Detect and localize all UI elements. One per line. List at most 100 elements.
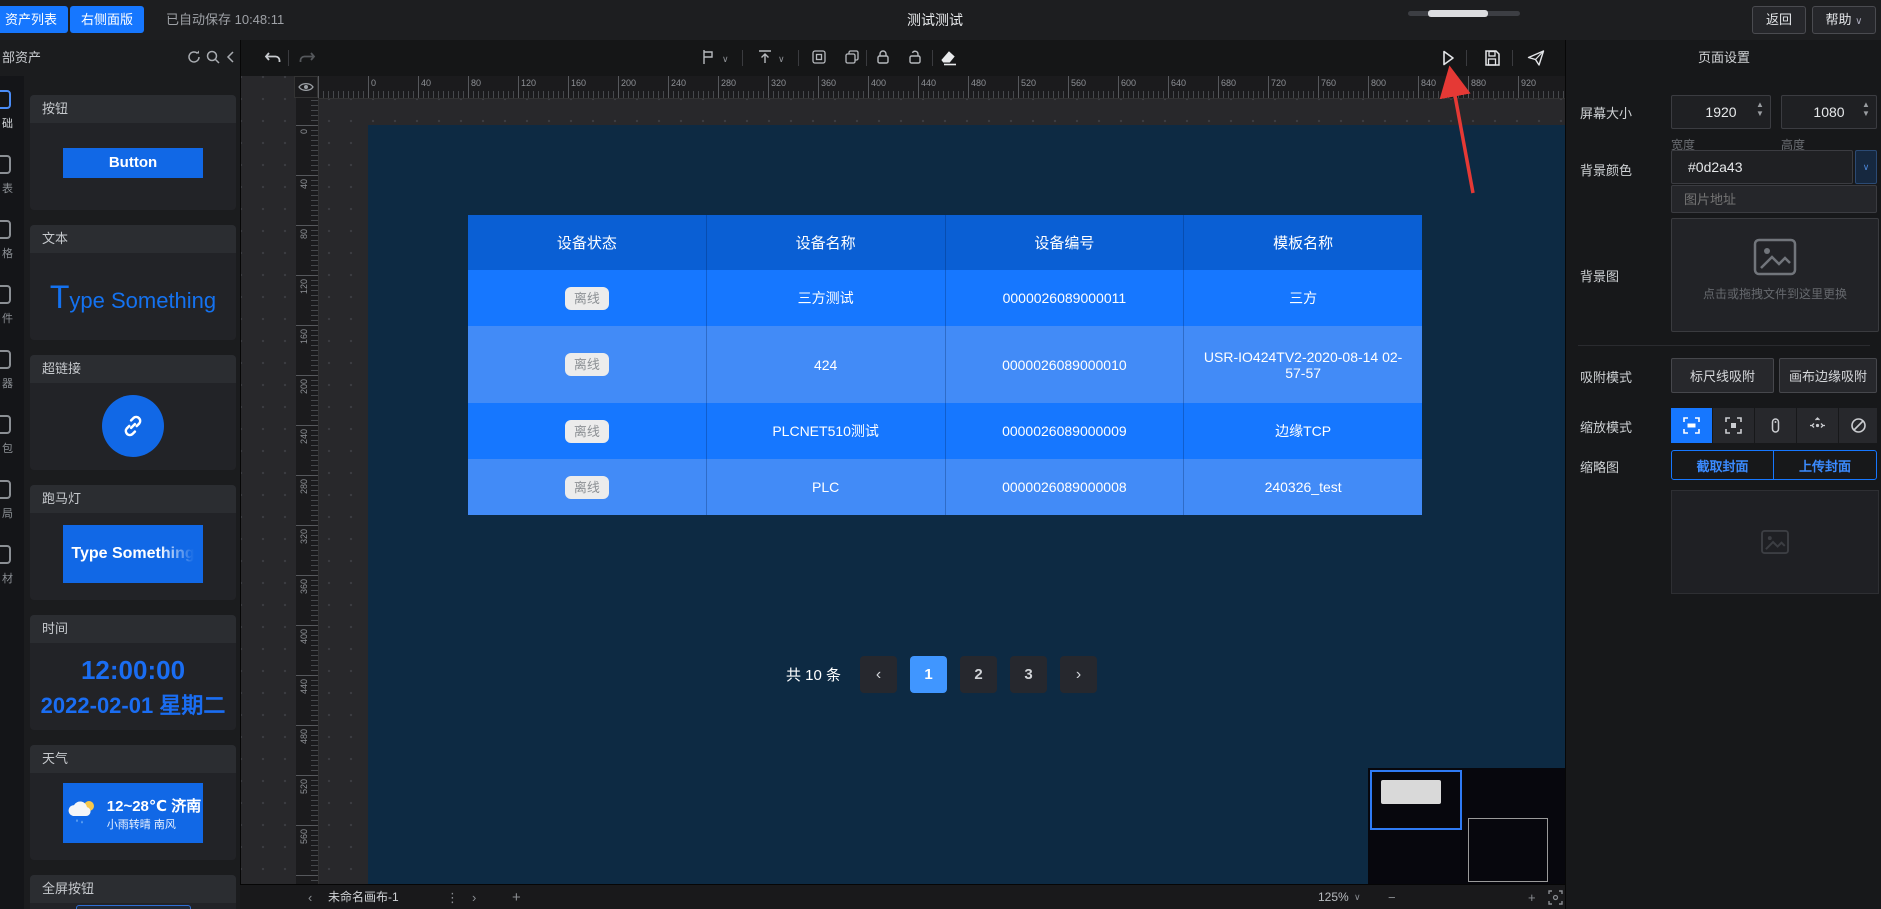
component-card-button[interactable]: 按钮 Button (30, 95, 236, 210)
ruler-tick-label: 760 (1321, 78, 1336, 88)
image-placeholder-icon (1752, 237, 1798, 277)
ruler-tick-label: 480 (299, 729, 309, 744)
component-card-title: 跑马灯 (30, 485, 236, 513)
rail-category-包[interactable]: 包 (0, 415, 24, 456)
component-card-fullscreen[interactable]: 全屏按钮 (30, 875, 236, 909)
tab-right-panel[interactable]: 右侧面版 (70, 6, 144, 33)
toggle-guides-eye-icon[interactable] (294, 76, 318, 98)
category-icon (0, 545, 11, 564)
component-card-weather[interactable]: 天气 12~28℃ 济南 小雨转晴 南风 (30, 745, 236, 860)
bring-to-top-icon[interactable] (756, 48, 776, 68)
horizontal-ruler[interactable]: 0408012016020024028032036040044048052056… (318, 76, 1565, 99)
table-cell: PLC (707, 459, 946, 515)
table-cell: PLCNET510测试 (707, 403, 946, 459)
color-picker-dropdown[interactable]: ∨ (1855, 150, 1877, 184)
time-component-date[interactable]: 2022-02-01 星期二 (41, 688, 226, 720)
zoom-in-button[interactable]: + (1528, 885, 1536, 909)
rail-category-件[interactable]: 件 (0, 285, 24, 326)
zoom-mode-fit-screen-icon[interactable] (1671, 408, 1712, 443)
ruler-tick-label: 120 (521, 78, 536, 88)
minimap[interactable] (1368, 768, 1565, 884)
unlock-icon[interactable] (906, 48, 926, 68)
zoom-mode-disabled-icon[interactable] (1839, 408, 1877, 443)
time-component-clock[interactable]: 12:00:00 (81, 655, 185, 686)
category-icon (0, 220, 11, 239)
search-icon[interactable] (205, 49, 223, 67)
minimap-viewport[interactable] (1370, 770, 1462, 830)
zoom-mode-portrait-icon[interactable] (1755, 408, 1796, 443)
component-card-marquee[interactable]: 跑马灯 Type Something (30, 485, 236, 600)
upload-cover-button[interactable]: 上传封面 (1773, 450, 1877, 480)
chevron-down-icon[interactable]: ∨ (722, 54, 729, 65)
rail-category-局[interactable]: 局 (0, 480, 24, 521)
table-column-header: 设备编号 (946, 215, 1185, 270)
zoom-mode-fit-width-icon[interactable] (1713, 408, 1754, 443)
weather-component-preview[interactable]: 12~28℃ 济南 小雨转晴 南风 (63, 783, 203, 843)
rail-category-材[interactable]: 材 (0, 545, 24, 586)
pagination-page-3[interactable]: 3 (1010, 656, 1047, 693)
group-icon[interactable] (810, 48, 830, 68)
preview-play-icon[interactable] (1438, 48, 1458, 68)
back-button[interactable]: 返回 (1752, 6, 1806, 34)
hyperlink-component-preview[interactable] (102, 395, 164, 457)
rail-category-表[interactable]: 表 (0, 155, 24, 196)
component-card-hyperlink[interactable]: 超链接 (30, 355, 236, 470)
tab-asset-list[interactable]: 资产列表 (0, 6, 68, 33)
rail-category-础[interactable]: 础 (0, 90, 24, 131)
component-card-text[interactable]: 文本 Type Something (30, 225, 236, 340)
add-canvas-button[interactable]: + (512, 885, 521, 909)
chevron-right-icon[interactable]: › (472, 885, 476, 909)
snap-ruler-button[interactable]: 标尺线吸附 (1671, 358, 1774, 393)
table-row[interactable]: 离线PLCNET510测试0000026089000009边缘TCP (468, 403, 1422, 459)
marquee-component-preview[interactable]: Type Something (63, 525, 203, 583)
zoom-out-button[interactable]: − (1388, 885, 1396, 909)
rail-category-格[interactable]: 格 (0, 220, 24, 261)
category-icon (0, 90, 11, 109)
zoom-mode-label: 缩放模式 (1580, 417, 1632, 436)
ruler-tick-label: 520 (299, 779, 309, 794)
eraser-icon[interactable] (940, 48, 960, 68)
pagination-page-1[interactable]: 1 (910, 656, 947, 693)
tab-menu-icon[interactable]: ⋮ (446, 885, 459, 909)
text-component-preview[interactable]: Type Something (50, 279, 216, 316)
snap-canvas-edge-button[interactable]: 画布边缘吸附 (1779, 358, 1877, 393)
fit-screen-icon[interactable] (1548, 890, 1563, 909)
button-component-preview[interactable]: Button (63, 148, 203, 178)
help-dropdown[interactable]: 帮助 ∨ (1812, 6, 1876, 34)
bg-image-dropzone[interactable]: 点击或拖拽文件到这里更换 (1671, 218, 1879, 332)
divider (288, 50, 289, 66)
height-stepper[interactable]: ▲▼ (1862, 101, 1878, 118)
ruler-tick-label: 600 (1121, 78, 1136, 88)
component-card-time[interactable]: 时间 12:00:00 2022-02-01 星期二 (30, 615, 236, 730)
align-flag-icon[interactable] (700, 48, 720, 68)
bg-image-url-input[interactable] (1671, 185, 1877, 213)
capture-cover-button[interactable]: 截取封面 (1671, 450, 1774, 480)
redo-icon[interactable] (297, 48, 317, 68)
fullscreen-component-preview[interactable] (76, 905, 191, 909)
zoom-mode-pan-icon[interactable] (1797, 408, 1838, 443)
zoom-slider[interactable] (1408, 11, 1520, 16)
undo-icon[interactable] (263, 48, 283, 68)
vertical-ruler[interactable]: 0408012016020024028032036040044048052056… (296, 98, 319, 884)
copy-icon[interactable] (843, 48, 863, 68)
chevron-left-icon[interactable]: ‹ (308, 885, 312, 909)
save-icon[interactable] (1482, 48, 1502, 68)
publish-icon[interactable] (1526, 48, 1546, 68)
table-cell: 424 (707, 326, 946, 403)
collapse-panel-icon[interactable] (224, 50, 242, 68)
pagination-page-2[interactable]: 2 (960, 656, 997, 693)
table-row[interactable]: 离线4240000026089000010USR-IO424TV2-2020-0… (468, 326, 1422, 403)
device-table-widget[interactable]: 设备状态设备名称设备编号模板名称 离线三方测试0000026089000011三… (468, 215, 1422, 515)
chevron-down-icon[interactable]: ∨ (778, 54, 785, 65)
canvas-tab[interactable]: 未命名画布-1 (328, 885, 399, 909)
table-row[interactable]: 离线PLC0000026089000008240326_test (468, 459, 1422, 515)
chevron-down-icon[interactable]: ∨ (1354, 885, 1361, 909)
bg-color-input[interactable] (1671, 150, 1853, 184)
pagination-next-button[interactable]: › (1060, 656, 1097, 693)
lock-icon[interactable] (874, 48, 894, 68)
rail-category-器[interactable]: 器 (0, 350, 24, 391)
refresh-icon[interactable] (186, 49, 204, 67)
table-row[interactable]: 离线三方测试0000026089000011三方 (468, 270, 1422, 326)
pagination-prev-button[interactable]: ‹ (860, 656, 897, 693)
zoom-level[interactable]: 125% (1318, 885, 1349, 909)
